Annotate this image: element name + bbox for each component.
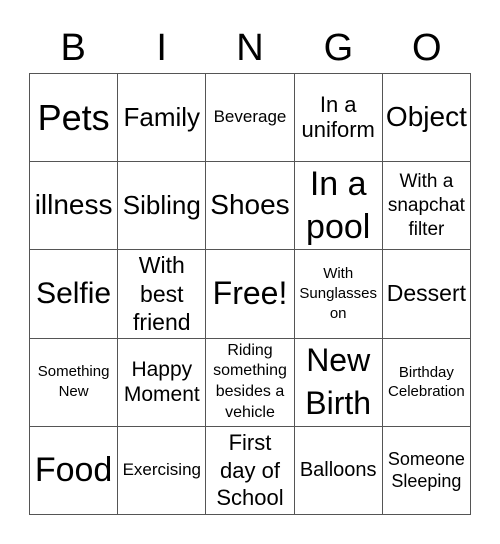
bingo-cell[interactable]: Riding something besides a vehicle <box>206 338 295 427</box>
bingo-cell[interactable]: New Birth <box>294 338 383 427</box>
bingo-cell[interactable]: Object <box>382 74 471 163</box>
bingo-cell[interactable]: Dessert <box>382 250 471 339</box>
header-letter-g: G <box>323 27 354 69</box>
bingo-grid: Pets Family Beverage In a uniform Object… <box>29 73 471 515</box>
free-space-cell[interactable]: Free! <box>206 250 295 339</box>
header-letter-i: I <box>156 27 167 69</box>
bingo-cell[interactable]: With Sunglasses on <box>294 250 383 339</box>
bingo-cell[interactable]: Sibling <box>118 162 207 251</box>
bingo-cell[interactable]: Selfie <box>30 250 119 339</box>
header-letter-b: B <box>60 27 86 69</box>
bingo-cell[interactable]: Happy Moment <box>118 338 207 427</box>
header-letter-o: O <box>412 27 442 69</box>
bingo-header: B I N G O <box>29 24 471 72</box>
bingo-cell[interactable]: With a snapchat filter <box>382 162 471 251</box>
bingo-cell[interactable]: In a pool <box>294 162 383 251</box>
bingo-cell[interactable]: With best friend <box>118 250 207 339</box>
bingo-cell[interactable]: Food <box>30 426 119 515</box>
bingo-cell[interactable]: Shoes <box>206 162 295 251</box>
bingo-cell[interactable]: First day of School <box>206 426 295 515</box>
bingo-cell[interactable]: Balloons <box>294 426 383 515</box>
bingo-cell[interactable]: Someone Sleeping <box>382 426 471 515</box>
bingo-cell[interactable]: Exercising <box>118 426 207 515</box>
bingo-cell[interactable]: illness <box>30 162 119 251</box>
bingo-cell[interactable]: Family <box>118 74 207 163</box>
bingo-cell[interactable]: Birthday Celebration <box>382 338 471 427</box>
bingo-cell[interactable]: Something New <box>30 338 119 427</box>
bingo-cell[interactable]: Beverage <box>206 74 295 163</box>
header-letter-n: N <box>236 27 264 69</box>
bingo-cell[interactable]: Pets <box>30 74 119 163</box>
bingo-cell[interactable]: In a uniform <box>294 74 383 163</box>
